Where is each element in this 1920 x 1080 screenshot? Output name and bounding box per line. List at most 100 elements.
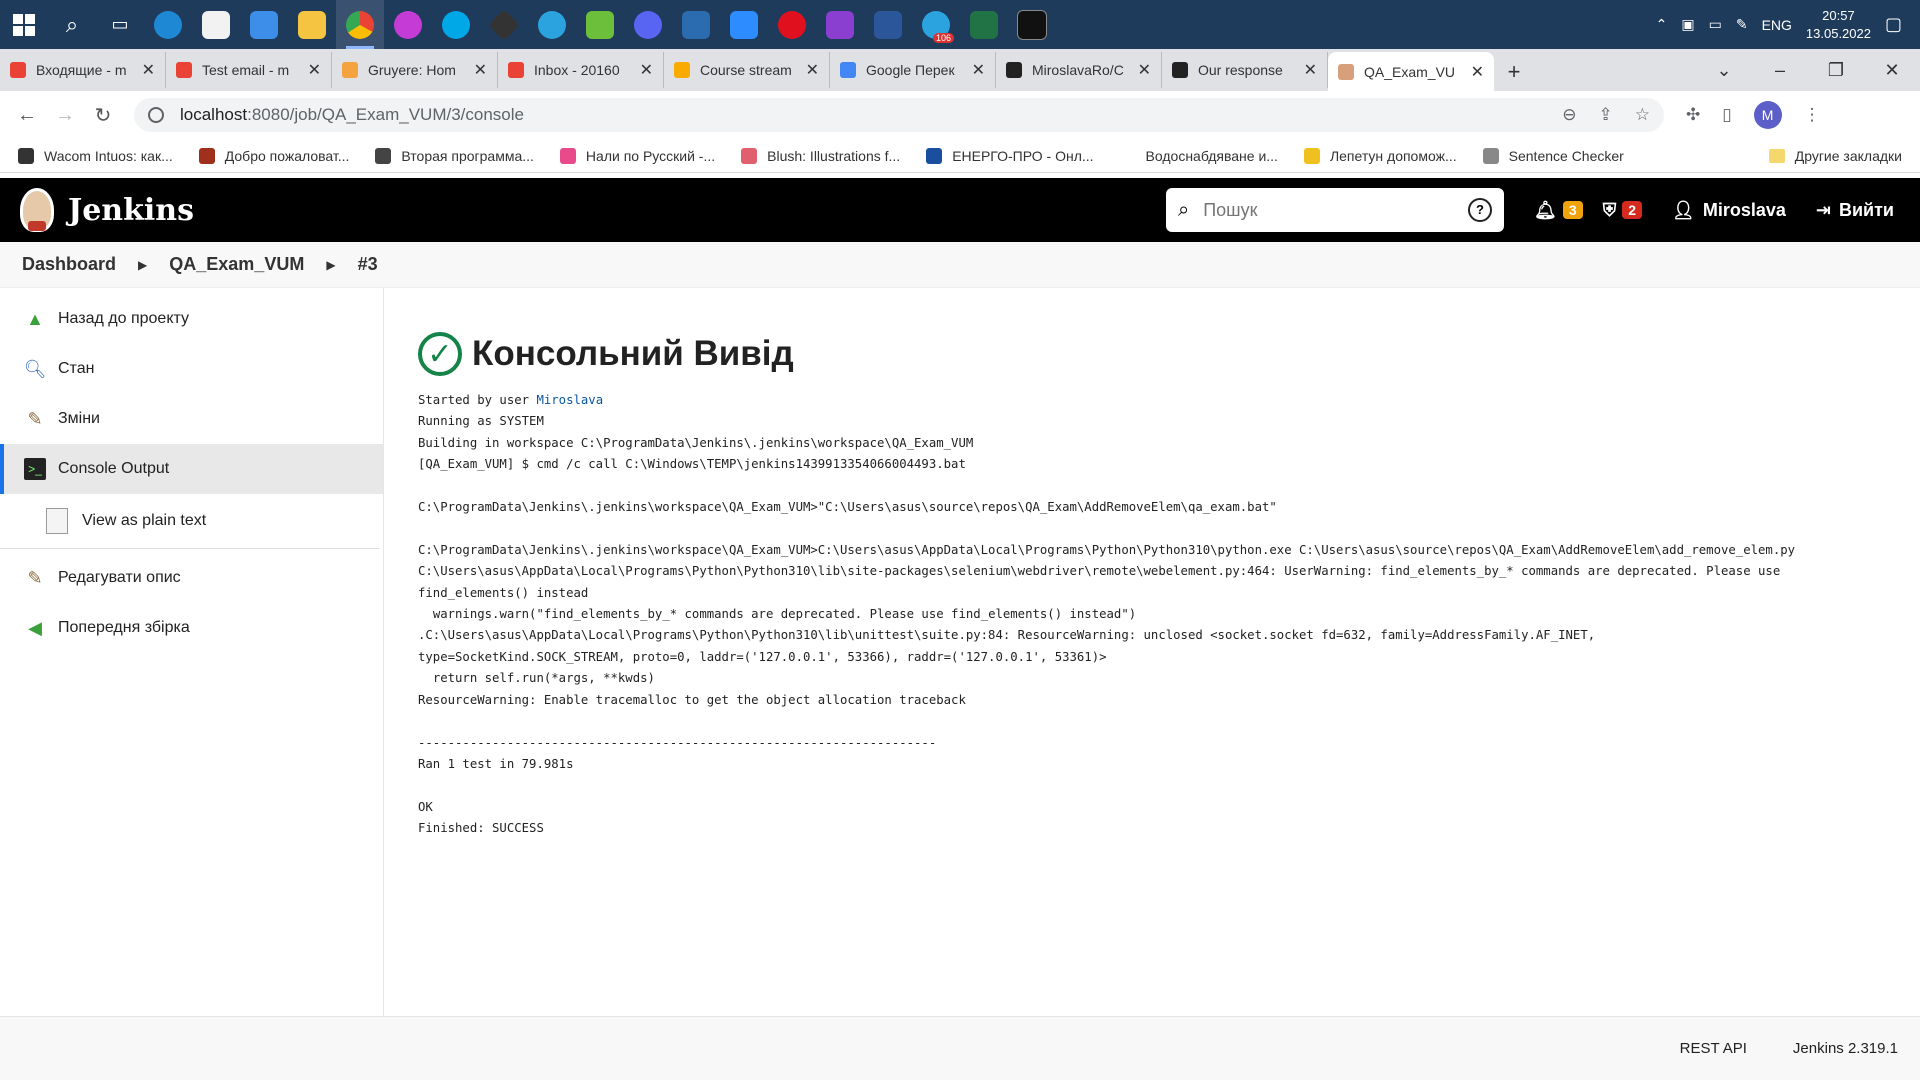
bookmark-item[interactable]: Sentence Checker [1482,147,1624,164]
zoom-icon[interactable]: ⊖ [1562,105,1576,125]
edge-icon[interactable] [144,0,192,49]
close-tab-icon[interactable]: ✕ [640,60,653,80]
browser-tab[interactable]: Test email - m ✕ [166,52,332,88]
started-by-text: Started by user [418,393,537,407]
pen-icon[interactable]: ✎ [1736,16,1748,33]
bookmark-item[interactable]: Водоснабдяване и... [1119,147,1278,164]
browser-tab[interactable]: Входящие - m ✕ [0,52,166,88]
visual-studio-icon[interactable] [816,0,864,49]
bookmark-item[interactable]: ЕНЕРГО-ПРО - Онл... [926,147,1094,164]
back-icon[interactable]: ← [8,104,46,127]
user-link[interactable]: Miroslava [536,393,603,407]
start-icon[interactable] [0,0,48,49]
restore-icon[interactable]: ❐ [1808,60,1864,81]
profile-avatar[interactable]: M [1753,101,1782,129]
close-window-icon[interactable]: ✕ [1864,60,1920,81]
address-bar[interactable]: localhost:8080/job/QA_Exam_VUM/3/console… [134,98,1664,132]
bookmark-item[interactable]: Добро пожаловат... [198,147,349,164]
telegram-icon[interactable] [528,0,576,49]
share-icon[interactable]: ⇪ [1599,105,1613,125]
bookmark-item[interactable]: Нали по Русский -... [559,147,715,164]
close-tab-icon[interactable]: ✕ [1304,60,1317,80]
browser-tab[interactable]: MiroslavaRo/C ✕ [996,52,1162,88]
telegram-icon[interactable]: 106 [912,0,960,49]
breadcrumb-job[interactable]: QA_Exam_VUM [169,254,304,275]
camera-icon[interactable]: ▣ [1681,16,1694,33]
store-icon[interactable] [192,0,240,49]
user-button[interactable]: 👤︎ Miroslava [1672,200,1786,221]
sidebar-item-console-output[interactable]: >_ Console Output [0,444,383,494]
close-tab-icon[interactable]: ✕ [308,60,321,80]
jenkins-version[interactable]: Jenkins 2.319.1 [1793,1040,1898,1057]
app-icon[interactable] [672,0,720,49]
help-icon[interactable]: ? [1468,198,1493,222]
breadcrumb-build[interactable]: #3 [358,254,378,275]
explorer-icon[interactable] [288,0,336,49]
search-icon[interactable]: ⌕ [48,0,96,49]
jenkins-logo[interactable]: Jenkins [20,188,194,232]
logout-button[interactable]: ⇥ Вийти [1816,200,1894,221]
sidebar-item-status[interactable]: 🔍︎ Стан [0,344,383,394]
chevron-right-icon[interactable]: ▶ [138,258,147,272]
reload-icon[interactable]: ↻ [84,103,122,128]
window-controls: ⌄ – ❐ ✕ [1696,49,1920,91]
browser-tab[interactable]: Inbox - 20160 ✕ [498,52,664,88]
browser-tab[interactable]: Google Перек ✕ [830,52,996,88]
tab-search-icon[interactable]: ⌄ [1696,60,1752,81]
user-name: Miroslava [1702,199,1786,220]
zoom-icon[interactable] [720,0,768,49]
forward-icon[interactable]: → [46,104,84,127]
close-tab-icon[interactable]: ✕ [1471,62,1484,82]
user-icon: 👤︎ [1671,199,1695,220]
chevron-right-icon[interactable]: ▶ [326,258,335,272]
browser-tab[interactable]: Our response ✕ [1162,52,1328,88]
task-view-icon[interactable]: ▭ [96,0,144,49]
close-tab-icon[interactable]: ✕ [474,60,487,80]
browser-tab[interactable]: Course stream ✕ [664,52,830,88]
close-tab-icon[interactable]: ✕ [1138,60,1151,80]
other-bookmarks[interactable]: Другие закладки [1768,148,1902,164]
breadcrumb-dashboard[interactable]: Dashboard [22,254,116,275]
sidebar-item-plain-text[interactable]: View as plain text [0,494,379,549]
side-panel-icon[interactable]: ▯ [1722,105,1731,125]
bookmark-item[interactable]: Лепетун допомож... [1303,147,1457,164]
mail-icon[interactable] [240,0,288,49]
menu-icon[interactable]: ⋮ [1804,105,1821,125]
app-icon[interactable] [384,0,432,49]
close-tab-icon[interactable]: ✕ [142,60,155,80]
chevron-up-icon[interactable]: ⌃ [1656,16,1668,33]
opera-icon[interactable] [768,0,816,49]
bookmark-item[interactable]: Вторая программа... [375,147,534,164]
sidebar-item-edit-description[interactable]: ✎ Редагувати опис [0,553,383,603]
bookmark-item[interactable]: Wacom Intuos: как... [18,147,173,164]
browser-tab[interactable]: Gruyere: Hom ✕ [332,52,498,88]
notifications-button[interactable]: 🔔︎ 3 [1534,200,1583,221]
excel-icon[interactable] [960,0,1008,49]
site-info-icon[interactable] [148,107,164,123]
sidebar-item-back-to-project[interactable]: ▲ Назад до проекту [0,294,383,344]
terminal-icon[interactable] [1008,0,1056,49]
extensions-icon[interactable]: ✣ [1686,105,1700,125]
search-input[interactable] [1201,198,1469,222]
app-icon[interactable] [576,0,624,49]
chrome-icon[interactable] [336,0,384,49]
bookmark-item[interactable]: Blush: Illustrations f... [741,147,900,164]
language-indicator[interactable]: ENG [1762,17,1792,33]
browser-tab[interactable]: QA_Exam_VU ✕ [1328,52,1494,91]
star-icon[interactable]: ☆ [1635,105,1650,125]
rest-api-link[interactable]: REST API [1680,1040,1747,1057]
close-tab-icon[interactable]: ✕ [972,60,985,80]
minimize-icon[interactable]: – [1752,60,1808,81]
new-tab-button[interactable]: + [1494,59,1534,85]
word-icon[interactable] [864,0,912,49]
sidebar-item-changes[interactable]: ✎ Зміни [0,394,383,444]
sidebar-item-previous-build[interactable]: ◀ Попередня збірка [0,603,383,653]
battery-icon[interactable]: ▭ [1709,16,1722,33]
security-button[interactable]: ⛨ 2 [1603,200,1642,221]
notification-center-icon[interactable]: ▢ [1885,14,1902,35]
skype-icon[interactable] [432,0,480,49]
close-tab-icon[interactable]: ✕ [806,60,819,80]
app-icon[interactable] [480,0,528,49]
clock[interactable]: 20:57 13.05.2022 [1806,7,1871,43]
discord-icon[interactable] [624,0,672,49]
